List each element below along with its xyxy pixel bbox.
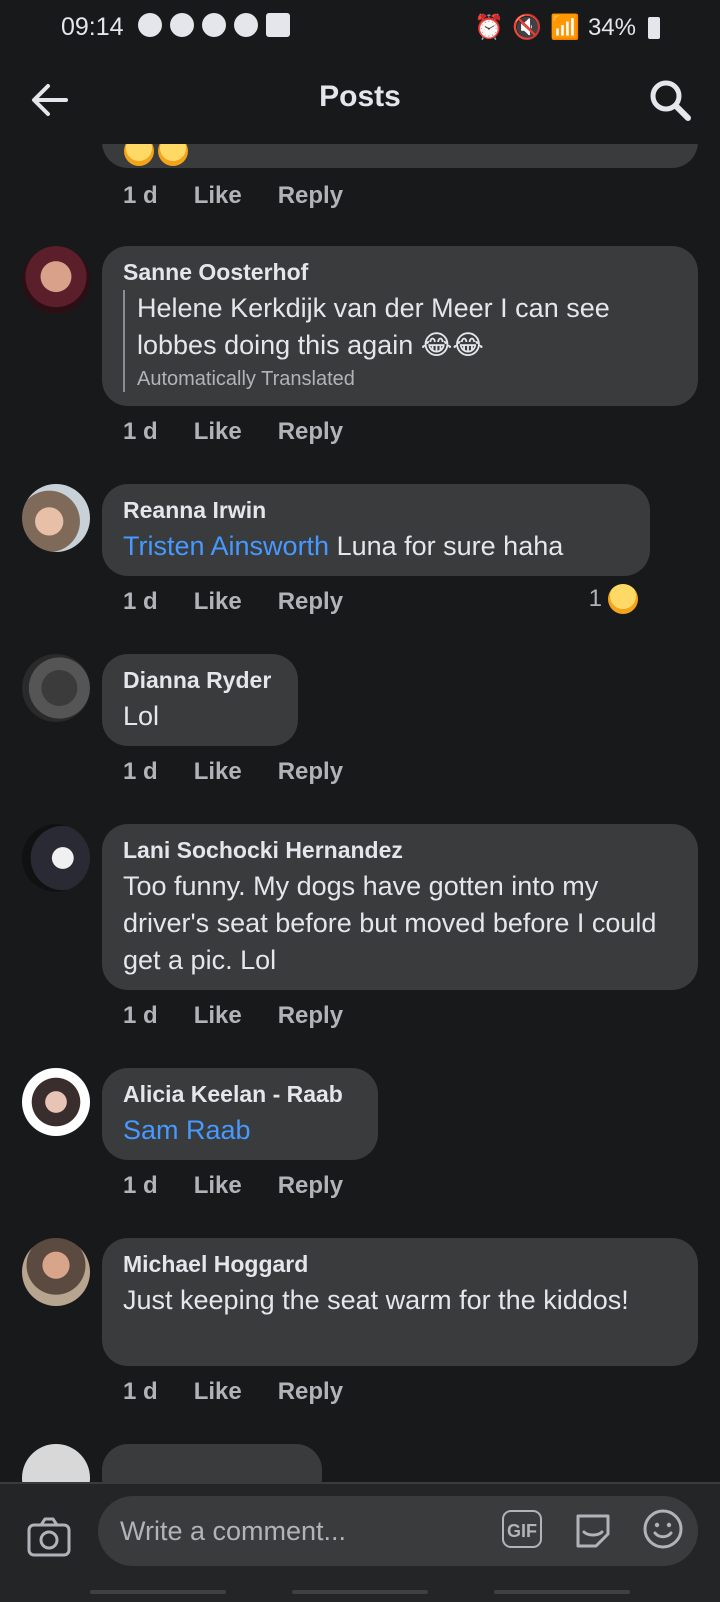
comments-feed[interactable]: 1 d Like Reply Sanne Oosterhof Helene Ke… [0, 144, 720, 1482]
nav-back[interactable] [494, 1590, 630, 1594]
gallery-icon [266, 13, 290, 37]
like-button[interactable]: Like [194, 418, 242, 446]
comment-author[interactable]: Reanna Irwin [123, 496, 630, 524]
comment-author[interactable]: Alicia Keelan - Raab [123, 1080, 358, 1108]
comment-time: 1 d [123, 1002, 158, 1029]
nav-recents[interactable] [90, 1590, 226, 1594]
reaction-count: 1 [588, 585, 602, 612]
comment-body: Luna for sure haha [329, 531, 564, 561]
comment-bubble [102, 1444, 322, 1482]
comment-author[interactable]: Lani Sochocki Hernandez [123, 836, 678, 864]
reaction-summary[interactable]: 1 [589, 584, 638, 614]
comment-text: Lol [123, 701, 160, 731]
comment-time: 1 d [123, 758, 158, 785]
like-button[interactable]: Like [194, 1002, 242, 1030]
comment-bubble: Dianna Ryder Lol [102, 654, 298, 746]
comment-time: 1 d [123, 182, 158, 209]
comment-time: 1 d [123, 1172, 158, 1199]
page-title: Posts [319, 80, 401, 113]
avatar[interactable] [22, 1238, 90, 1306]
avatar[interactable] [22, 1068, 90, 1136]
nav-home[interactable] [292, 1590, 428, 1594]
smiley-icon[interactable] [642, 1508, 684, 1550]
comment-bubble: Reanna Irwin Tristen Ainsworth Luna for … [102, 484, 650, 576]
avatar[interactable] [22, 484, 90, 552]
comment-actions: 1 d Like Reply [123, 1172, 343, 1200]
comment-author[interactable]: Michael Hoggard [123, 1250, 678, 1278]
reply-button[interactable]: Reply [278, 588, 343, 616]
alarm-icon: ⏰ [474, 14, 505, 41]
comment-actions: 1 d Like Reply [123, 1002, 343, 1030]
comment-time: 1 d [123, 588, 158, 615]
like-button[interactable]: Like [194, 1172, 242, 1200]
comment-actions: 1 d Like Reply [123, 182, 343, 210]
search-icon[interactable] [646, 76, 694, 124]
status-bar: 09:14 ⏰ 🔇 📶 34% [0, 0, 720, 54]
twitter-icon [202, 13, 226, 37]
comment-bubble [102, 144, 698, 168]
battery-icon [648, 16, 660, 39]
camera-icon[interactable] [26, 1514, 72, 1560]
facebook-icon [138, 13, 162, 37]
avatar[interactable] [22, 1444, 90, 1482]
like-button[interactable]: Like [194, 182, 242, 210]
comment-actions: 1 d Like Reply [123, 758, 343, 786]
avatar[interactable] [22, 654, 90, 722]
system-icons: ⏰ 🔇 📶 34% [474, 13, 660, 42]
comment-author[interactable]: Dianna Ryder [123, 666, 278, 694]
comment-actions: 1 d Like Reply [123, 1378, 343, 1406]
comment-bubble: Michael Hoggard Just keeping the seat wa… [102, 1238, 698, 1366]
laughing-emoji-icon [124, 144, 154, 166]
like-button[interactable]: Like [194, 758, 242, 786]
comment-time: 1 d [123, 1378, 158, 1405]
avatar[interactable] [22, 246, 90, 314]
comment-bubble: Lani Sochocki Hernandez Too funny. My do… [102, 824, 698, 990]
app-bar: Posts [0, 54, 720, 144]
mention-link[interactable]: Sam Raab [123, 1115, 251, 1145]
system-nav-bar [0, 1582, 720, 1600]
reply-button[interactable]: Reply [278, 182, 343, 210]
comment-bubble: Alicia Keelan - Raab Sam Raab [102, 1068, 378, 1160]
comment-actions: 1 d Like Reply [123, 588, 343, 616]
translated-block: Helene Kerkdijk van der Meer I can see l… [123, 290, 678, 392]
comment-bubble: Sanne Oosterhof Helene Kerkdijk van der … [102, 246, 698, 406]
status-time: 09:14 [61, 13, 124, 41]
like-button[interactable]: Like [194, 588, 242, 616]
battery-text: 34% [587, 13, 636, 41]
mention-link[interactable]: Tristen Ainsworth [123, 531, 329, 561]
reply-button[interactable]: Reply [278, 758, 343, 786]
shazam-icon [234, 13, 258, 37]
comment-text: Just keeping the seat warm for the kiddo… [123, 1285, 629, 1315]
comment-text: Tristen Ainsworth Luna for sure haha [123, 528, 630, 565]
comment-text: Helene Kerkdijk van der Meer I can see l… [137, 293, 610, 360]
comment-author[interactable]: Sanne Oosterhof [123, 258, 678, 286]
wifi-icon: 📶 [550, 14, 580, 41]
reply-button[interactable]: Reply [278, 418, 343, 446]
comment-text: Too funny. My dogs have gotten into my d… [123, 871, 657, 975]
care-reaction-icon [608, 584, 638, 614]
comment-time: 1 d [123, 418, 158, 445]
comment-actions: 1 d Like Reply [123, 418, 343, 446]
reply-button[interactable]: Reply [278, 1172, 343, 1200]
gif-button[interactable]: GIF [502, 1510, 542, 1548]
laughing-emoji-icon [158, 144, 188, 166]
sticker-icon[interactable] [572, 1510, 614, 1550]
translation-note[interactable]: Automatically Translated [137, 366, 678, 392]
mute-icon: 🔇 [512, 14, 543, 41]
avatar[interactable] [22, 824, 90, 892]
comment-text: Sam Raab [123, 1112, 358, 1149]
reply-button[interactable]: Reply [278, 1002, 343, 1030]
like-button[interactable]: Like [194, 1378, 242, 1406]
reply-button[interactable]: Reply [278, 1378, 343, 1406]
snapchat-icon [170, 13, 194, 37]
notification-icons [138, 13, 290, 37]
